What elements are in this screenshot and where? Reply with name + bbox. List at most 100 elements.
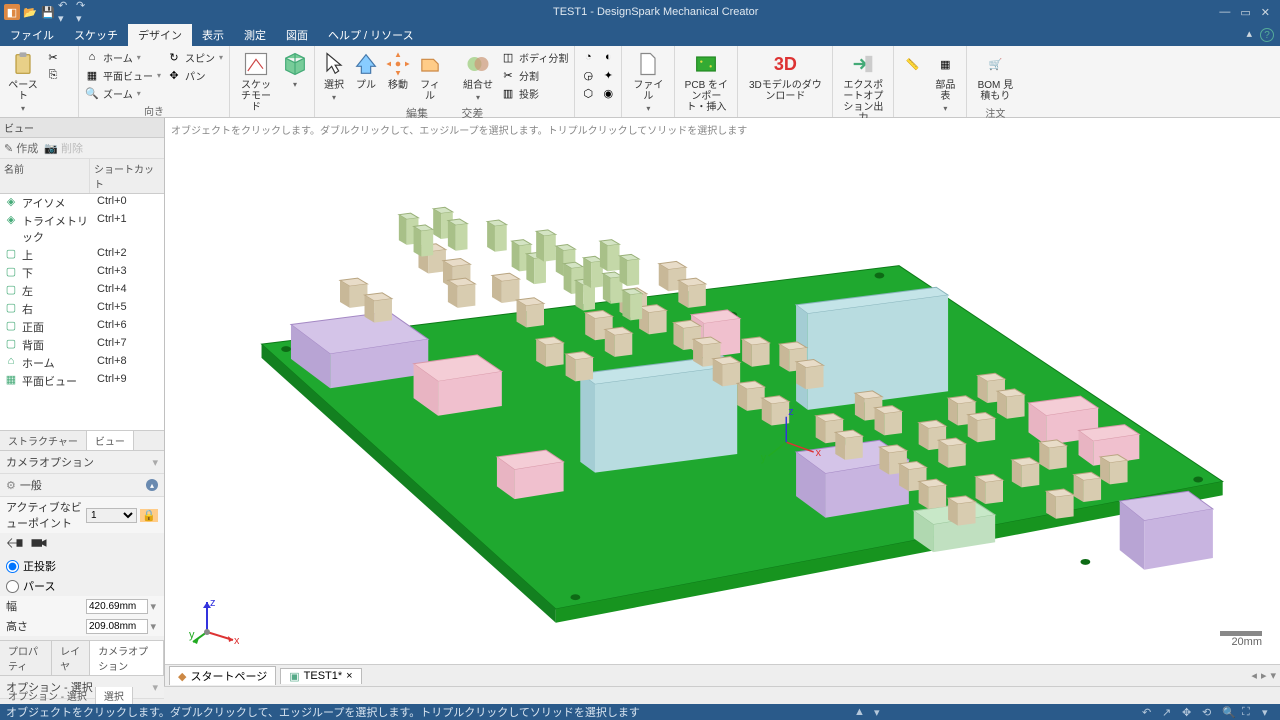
help-icon[interactable]: ? (1260, 28, 1274, 42)
maximize-button[interactable]: ▭ (1240, 6, 1250, 19)
camera-move-icon[interactable] (6, 536, 24, 553)
lock-icon[interactable]: 🔒 (140, 509, 158, 522)
status-pan-icon[interactable]: ✥ (1182, 706, 1194, 718)
view-row[interactable]: ▢左Ctrl+4 (0, 282, 164, 300)
misc-icon-5[interactable]: ✦ (599, 66, 617, 84)
tab-file[interactable]: ファイル (0, 24, 64, 46)
misc-icon-1[interactable]: ◔ (579, 48, 597, 66)
view-row[interactable]: ▦平面ビューCtrl+9 (0, 372, 164, 390)
sketch-mode-button[interactable]: スケッチモード (234, 48, 278, 115)
canvas-area[interactable]: オブジェクトをクリックします。ダブルクリックして、エッジループを選択します。トリ… (165, 118, 1280, 686)
create-view-button[interactable]: ✎ 作成 (4, 140, 38, 156)
status-rotate-icon[interactable]: ⟲ (1202, 706, 1214, 718)
fill-button[interactable]: フィル (415, 48, 445, 104)
info-icon[interactable]: ▴ (146, 479, 158, 491)
body-split-button[interactable]: ◫ボディ分割 (499, 48, 570, 66)
bottom-tabs: オプション - 選択 選択 (0, 686, 1280, 704)
misc-icon-3[interactable]: ⬡ (579, 84, 597, 102)
status-undo-icon[interactable]: ↶ (1142, 706, 1154, 718)
view-row[interactable]: ▢右Ctrl+5 (0, 300, 164, 318)
height-input[interactable] (86, 619, 148, 634)
snapshot-button[interactable]: 📷 削除 (44, 140, 83, 156)
download-3d-button[interactable]: 3D3Dモデルのダウンロード (742, 48, 828, 104)
pull-button[interactable]: プル (351, 48, 381, 93)
status-zoom-icon[interactable]: 🔍 (1222, 706, 1234, 718)
pan-button[interactable]: ✥パン (165, 66, 225, 84)
tab-nav-right[interactable]: ▸ (1261, 669, 1267, 682)
grid-icon: ▦ (85, 68, 99, 82)
file-button[interactable]: ファイル▾ (626, 48, 670, 115)
view-tab[interactable]: ビュー (87, 431, 134, 450)
zoom-button[interactable]: 🔍ズーム▾ (83, 84, 163, 102)
tab-test1[interactable]: ▣TEST1*× (280, 668, 361, 684)
pcb-import-button[interactable]: PCB をインポート・挿入 (679, 48, 733, 115)
view-row[interactable]: ◈アイソメCtrl+0 (0, 194, 164, 212)
pan-icon: ✥ (167, 68, 181, 82)
status-cursor-icon[interactable]: ↗ (1162, 706, 1174, 718)
view-row[interactable]: ▢正面Ctrl+6 (0, 318, 164, 336)
save-icon[interactable]: 💾 (40, 4, 56, 20)
tab-start-page[interactable]: ◆スタートページ (169, 666, 276, 685)
misc-icon-4[interactable]: ◐ (599, 48, 617, 66)
status-fit-icon[interactable]: ⛶ (1242, 706, 1254, 718)
cut-button[interactable]: ✂ (44, 48, 62, 66)
move-button[interactable]: 移動 (383, 48, 413, 93)
layer-tab[interactable]: レイヤ (52, 641, 90, 675)
window-title: TEST1 - DesignSpark Mechanical Creator (92, 6, 1219, 18)
tab-help[interactable]: ヘルプ / リソース (318, 24, 424, 46)
table-icon: ▦ (931, 50, 959, 78)
ribbon-group-order: 🛒BOM 見積もり 注文 (967, 46, 1023, 117)
perspective-radio[interactable] (6, 580, 19, 593)
open-icon[interactable]: 📂 (22, 4, 38, 20)
ribbon-collapse-icon[interactable]: ▴ (1238, 24, 1260, 46)
selection-tab[interactable]: 選択 (96, 687, 133, 704)
ribbon-group-mode: スケッチモード ▾ モード (230, 46, 315, 117)
close-tab-icon[interactable]: × (346, 670, 352, 682)
spin-button[interactable]: ↻スピン▾ (165, 48, 225, 66)
status-up-icon[interactable]: ▲ (854, 706, 866, 718)
tab-nav-left[interactable]: ◂ (1251, 669, 1257, 682)
plan-view-button[interactable]: ▦平面ビュー▾ (83, 66, 163, 84)
width-input[interactable] (86, 599, 148, 614)
structure-tab[interactable]: ストラクチャー (0, 431, 87, 450)
tab-drawing[interactable]: 図面 (276, 24, 318, 46)
view-row[interactable]: ◈トライメトリックCtrl+1 (0, 212, 164, 246)
paste-button[interactable]: ペースト ▾ (4, 48, 42, 115)
camera-option-tab[interactable]: カメラオプション (90, 641, 164, 675)
measure-tool-button[interactable]: 📏 (898, 48, 926, 80)
undo-icon[interactable]: ↶ ▾ (58, 4, 74, 20)
ortho-radio[interactable] (6, 560, 19, 573)
bom-quote-button[interactable]: 🛒BOM 見積もり (971, 48, 1019, 104)
project-button[interactable]: ▥投影 (499, 84, 570, 102)
tab-display[interactable]: 表示 (192, 24, 234, 46)
minimize-button[interactable]: — (1219, 6, 1230, 19)
view-row[interactable]: ▢下Ctrl+3 (0, 264, 164, 282)
property-tab[interactable]: プロパティ (0, 641, 52, 675)
active-viewpoint-select[interactable]: 1 (86, 508, 137, 523)
bom-table-button[interactable]: ▦部品表▾ (928, 48, 962, 115)
status-dropdown-icon[interactable]: ▾ (874, 706, 886, 718)
tab-sketch[interactable]: スケッチ (64, 24, 128, 46)
view-row[interactable]: ▢上Ctrl+2 (0, 246, 164, 264)
split-button[interactable]: ✂分割 (499, 66, 570, 84)
workspace: ビュー ✎ 作成 📷 削除 名前ショートカット ◈アイソメCtrl+0◈トライメ… (0, 118, 1280, 686)
tab-design[interactable]: デザイン (128, 24, 192, 46)
status-more-icon[interactable]: ▾ (1262, 706, 1274, 718)
view-row[interactable]: ⌂ホームCtrl+8 (0, 354, 164, 372)
close-button[interactable]: ✕ (1261, 6, 1270, 19)
home-view-button[interactable]: ⌂ホーム▾ (83, 48, 163, 66)
camera-icon[interactable] (30, 536, 48, 553)
select-button[interactable]: 選択▾ (319, 48, 349, 104)
misc-icon-2[interactable]: ◶ (579, 66, 597, 84)
misc-icon-6[interactable]: ◉ (599, 84, 617, 102)
3d-mode-button[interactable]: ▾ (280, 48, 310, 91)
tab-measure[interactable]: 測定 (234, 24, 276, 46)
pcb-3d-view[interactable]: x y z (165, 148, 1280, 658)
copy-button[interactable]: ⎘ (44, 66, 62, 84)
view-row[interactable]: ▢背面Ctrl+7 (0, 336, 164, 354)
component-pink (414, 355, 502, 416)
combine-button[interactable]: 組合せ▾ (459, 48, 497, 104)
options-selection-tab[interactable]: オプション - 選択 (0, 687, 96, 704)
redo-icon[interactable]: ↷ ▾ (76, 4, 92, 20)
tab-dropdown[interactable]: ▾ (1270, 669, 1276, 682)
